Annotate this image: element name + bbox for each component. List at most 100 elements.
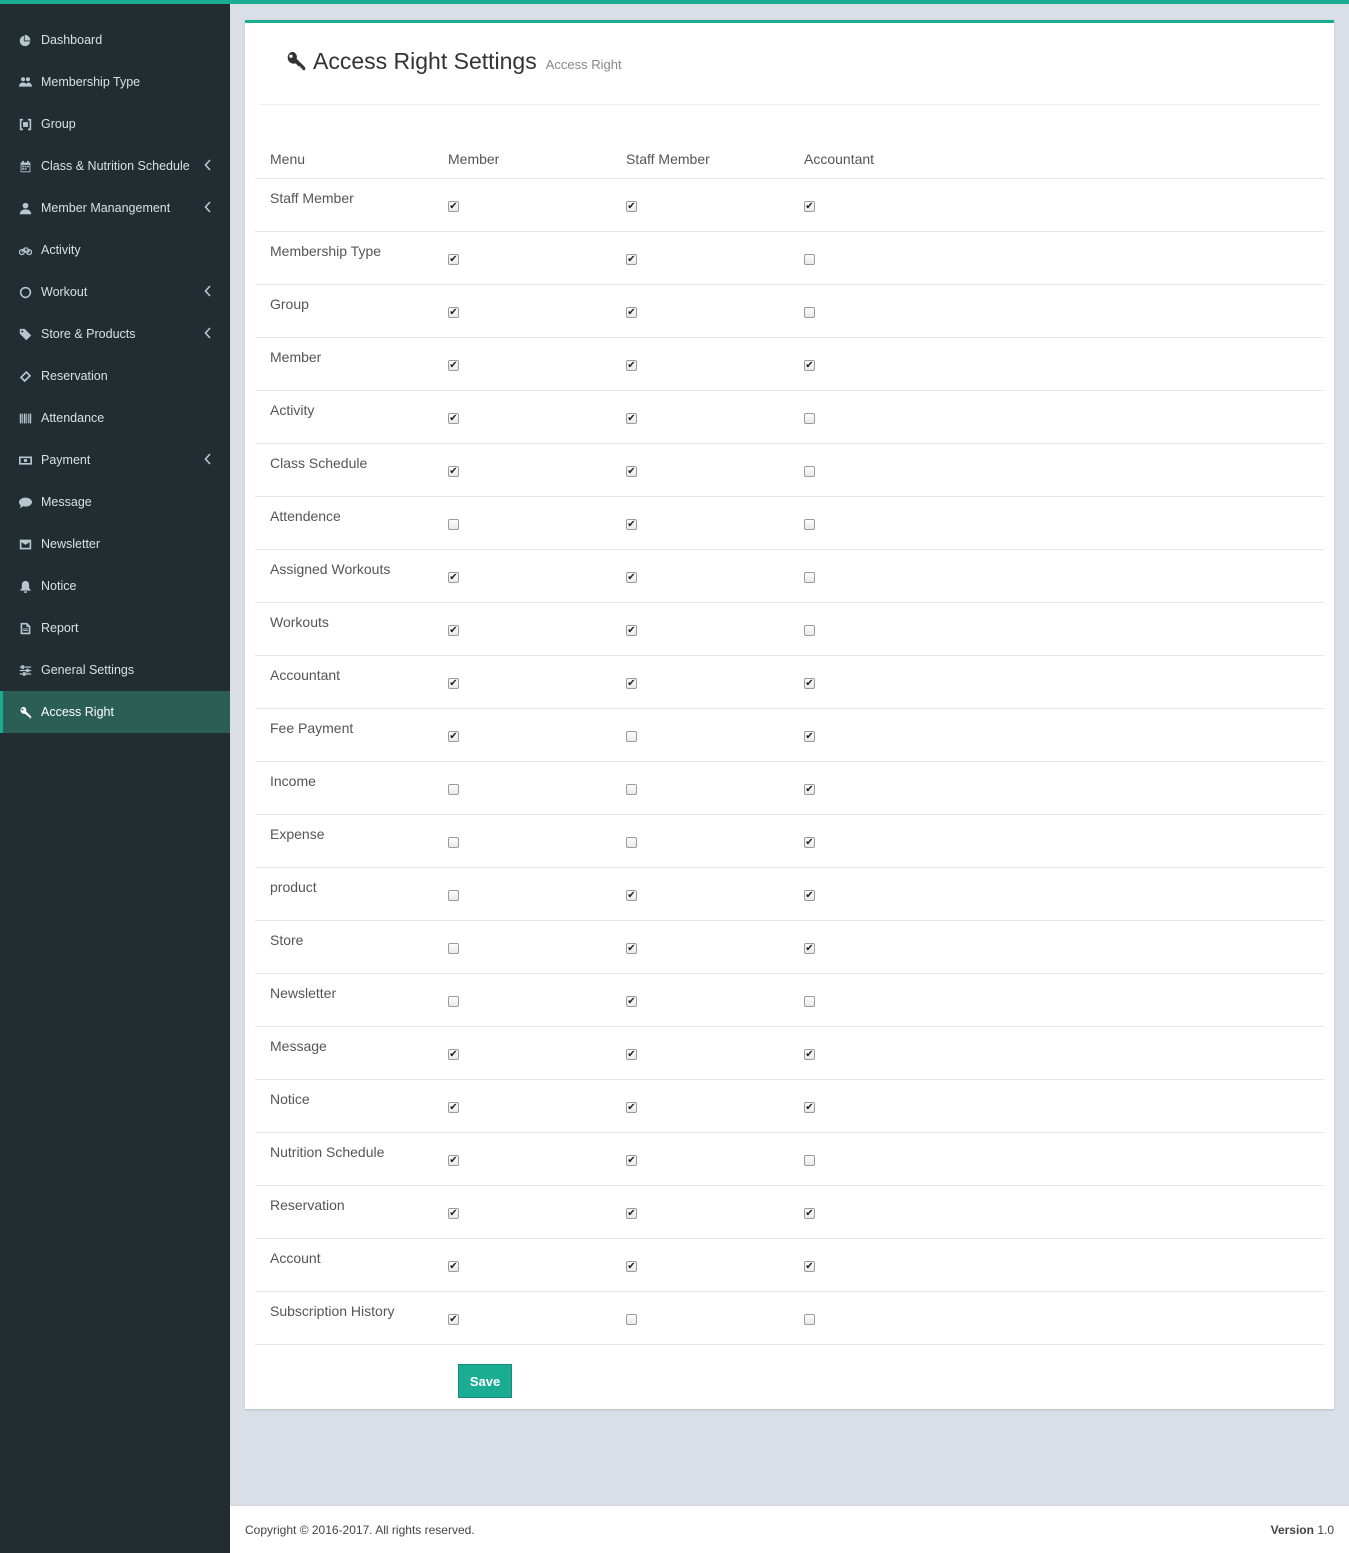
member-checkbox[interactable] bbox=[448, 1314, 459, 1325]
accountant-checkbox[interactable] bbox=[804, 1102, 815, 1113]
staff-member-checkbox[interactable] bbox=[626, 1208, 637, 1219]
member-checkbox[interactable] bbox=[448, 678, 459, 689]
accountant-checkbox[interactable] bbox=[804, 784, 815, 795]
member-checkbox[interactable] bbox=[448, 890, 459, 901]
group-icon bbox=[18, 117, 32, 131]
accountant-checkbox[interactable] bbox=[804, 890, 815, 901]
accountant-checkbox[interactable] bbox=[804, 413, 815, 424]
member-checkbox[interactable] bbox=[448, 943, 459, 954]
member-checkbox[interactable] bbox=[448, 254, 459, 265]
member-checkbox[interactable] bbox=[448, 201, 459, 212]
column-header-menu: Menu bbox=[270, 151, 306, 167]
sidebar-item-reservation[interactable]: Reservation bbox=[0, 355, 230, 397]
staff-member-checkbox[interactable] bbox=[626, 201, 637, 212]
ticket-icon bbox=[18, 369, 32, 383]
staff-member-checkbox[interactable] bbox=[626, 784, 637, 795]
member-checkbox[interactable] bbox=[448, 1049, 459, 1060]
accountant-checkbox[interactable] bbox=[804, 1261, 815, 1272]
member-checkbox[interactable] bbox=[448, 1155, 459, 1166]
staff-member-checkbox[interactable] bbox=[626, 1102, 637, 1113]
sidebar-item-class-nutrition-schedule[interactable]: Class & Nutrition Schedule bbox=[0, 145, 230, 187]
member-checkbox[interactable] bbox=[448, 837, 459, 848]
accountant-checkbox[interactable] bbox=[804, 678, 815, 689]
member-checkbox[interactable] bbox=[448, 360, 459, 371]
member-checkbox[interactable] bbox=[448, 784, 459, 795]
staff-member-checkbox[interactable] bbox=[626, 943, 637, 954]
menu-label: Subscription History bbox=[270, 1303, 395, 1319]
table-row: Member bbox=[255, 338, 1324, 391]
menu-label: Expense bbox=[270, 826, 325, 842]
sidebar-item-report[interactable]: Report bbox=[0, 607, 230, 649]
staff-member-checkbox[interactable] bbox=[626, 466, 637, 477]
sidebar-item-store-products[interactable]: Store & Products bbox=[0, 313, 230, 355]
chevron-left-icon bbox=[204, 159, 212, 171]
sidebar-item-member-manangement[interactable]: Member Manangement bbox=[0, 187, 230, 229]
sidebar-item-access-right[interactable]: Access Right bbox=[0, 691, 230, 733]
staff-member-checkbox[interactable] bbox=[626, 360, 637, 371]
sidebar-item-dashboard[interactable]: Dashboard bbox=[0, 19, 230, 61]
sidebar-item-membership-type[interactable]: Membership Type bbox=[0, 61, 230, 103]
sidebar-item-attendance[interactable]: Attendance bbox=[0, 397, 230, 439]
chevron-left-icon bbox=[204, 327, 212, 339]
staff-member-checkbox[interactable] bbox=[626, 731, 637, 742]
sidebar-item-message[interactable]: Message bbox=[0, 481, 230, 523]
staff-member-checkbox[interactable] bbox=[626, 625, 637, 636]
staff-member-checkbox[interactable] bbox=[626, 1314, 637, 1325]
accountant-checkbox[interactable] bbox=[804, 307, 815, 318]
page-subtitle: Access Right bbox=[545, 57, 622, 72]
accountant-checkbox[interactable] bbox=[804, 943, 815, 954]
table-row: Message bbox=[255, 1027, 1324, 1080]
accountant-checkbox[interactable] bbox=[804, 1049, 815, 1060]
member-checkbox[interactable] bbox=[448, 572, 459, 583]
accountant-checkbox[interactable] bbox=[804, 360, 815, 371]
table-row: Fee Payment bbox=[255, 709, 1324, 762]
staff-member-checkbox[interactable] bbox=[626, 1049, 637, 1060]
header-divider bbox=[259, 104, 1320, 105]
accountant-checkbox[interactable] bbox=[804, 466, 815, 477]
sidebar-item-payment[interactable]: Payment bbox=[0, 439, 230, 481]
staff-member-checkbox[interactable] bbox=[626, 837, 637, 848]
member-checkbox[interactable] bbox=[448, 466, 459, 477]
accountant-checkbox[interactable] bbox=[804, 996, 815, 1007]
staff-member-checkbox[interactable] bbox=[626, 413, 637, 424]
menu-label: Class Schedule bbox=[270, 455, 368, 471]
staff-member-checkbox[interactable] bbox=[626, 519, 637, 530]
sidebar-item-newsletter[interactable]: Newsletter bbox=[0, 523, 230, 565]
member-checkbox[interactable] bbox=[448, 1208, 459, 1219]
member-checkbox[interactable] bbox=[448, 413, 459, 424]
staff-member-checkbox[interactable] bbox=[626, 1155, 637, 1166]
accountant-checkbox[interactable] bbox=[804, 731, 815, 742]
accountant-checkbox[interactable] bbox=[804, 1314, 815, 1325]
member-checkbox[interactable] bbox=[448, 519, 459, 530]
accountant-checkbox[interactable] bbox=[804, 625, 815, 636]
save-button[interactable]: Save bbox=[458, 1364, 512, 1398]
sidebar-item-notice[interactable]: Notice bbox=[0, 565, 230, 607]
accountant-checkbox[interactable] bbox=[804, 1155, 815, 1166]
sidebar-item-group[interactable]: Group bbox=[0, 103, 230, 145]
member-checkbox[interactable] bbox=[448, 996, 459, 1007]
staff-member-checkbox[interactable] bbox=[626, 1261, 637, 1272]
accountant-checkbox[interactable] bbox=[804, 837, 815, 848]
menu-label: product bbox=[270, 879, 317, 895]
sidebar-item-general-settings[interactable]: General Settings bbox=[0, 649, 230, 691]
staff-member-checkbox[interactable] bbox=[626, 678, 637, 689]
accountant-checkbox[interactable] bbox=[804, 572, 815, 583]
staff-member-checkbox[interactable] bbox=[626, 254, 637, 265]
sidebar-item-label: Member Manangement bbox=[41, 201, 171, 215]
member-checkbox[interactable] bbox=[448, 307, 459, 318]
menu-label: Attendence bbox=[270, 508, 341, 524]
sidebar-item-activity[interactable]: Activity bbox=[0, 229, 230, 271]
accountant-checkbox[interactable] bbox=[804, 254, 815, 265]
member-checkbox[interactable] bbox=[448, 1102, 459, 1113]
staff-member-checkbox[interactable] bbox=[626, 890, 637, 901]
staff-member-checkbox[interactable] bbox=[626, 307, 637, 318]
staff-member-checkbox[interactable] bbox=[626, 572, 637, 583]
accountant-checkbox[interactable] bbox=[804, 1208, 815, 1219]
member-checkbox[interactable] bbox=[448, 625, 459, 636]
accountant-checkbox[interactable] bbox=[804, 519, 815, 530]
member-checkbox[interactable] bbox=[448, 1261, 459, 1272]
staff-member-checkbox[interactable] bbox=[626, 996, 637, 1007]
accountant-checkbox[interactable] bbox=[804, 201, 815, 212]
member-checkbox[interactable] bbox=[448, 731, 459, 742]
sidebar-item-workout[interactable]: Workout bbox=[0, 271, 230, 313]
